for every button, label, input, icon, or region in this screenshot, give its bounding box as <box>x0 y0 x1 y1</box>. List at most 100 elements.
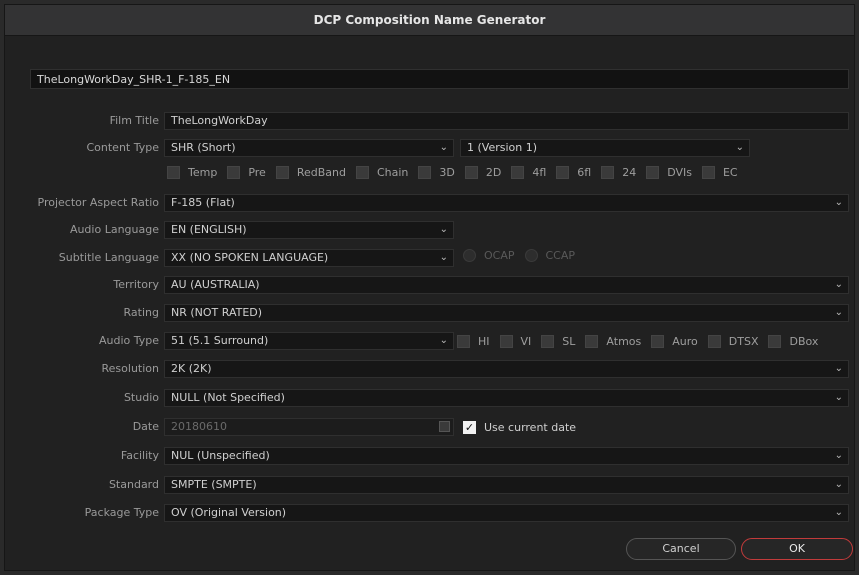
flag-redband[interactable]: RedBand <box>275 163 356 181</box>
audio-flag-dbox[interactable]: DBox <box>768 332 828 350</box>
flag-ec[interactable]: EC <box>701 163 748 181</box>
checkbox[interactable] <box>556 165 570 179</box>
aspect-ratio-label: Projector Aspect Ratio <box>37 196 160 209</box>
facility-row: Facility NUL (Unspecified) ⌄ <box>5 446 856 466</box>
checkbox[interactable] <box>707 334 721 348</box>
composition-name-field[interactable]: TheLongWorkDay_SHR-1_F-185_EN <box>30 69 849 89</box>
audio-type-label: Audio Type <box>98 334 159 347</box>
checkbox[interactable] <box>418 165 432 179</box>
radio-circle[interactable] <box>463 249 476 262</box>
audio-flag-vi[interactable]: VI <box>499 332 542 350</box>
standard-select[interactable]: SMPTE (SMPTE) ⌄ <box>164 476 849 494</box>
audio-type-select[interactable]: 51 (5.1 Surround) ⌄ <box>164 332 454 350</box>
audio-language-select[interactable]: EN (ENGLISH) ⌄ <box>164 221 454 239</box>
chevron-down-icon: ⌄ <box>834 450 843 461</box>
package-type-value: OV (Original Version) <box>171 506 287 519</box>
rating-label: Rating <box>123 306 159 319</box>
facility-value: NUL (Unspecified) <box>171 449 270 462</box>
subtitle-language-label: Subtitle Language <box>58 251 159 264</box>
flag-pre[interactable]: Pre <box>227 163 276 181</box>
audio-flag-sl[interactable]: SL <box>541 332 585 350</box>
flag-4fl[interactable]: 4fl <box>511 163 556 181</box>
subtitle-language-select[interactable]: XX (NO SPOKEN LANGUAGE) ⌄ <box>164 249 454 267</box>
check-icon[interactable]: ✓ <box>463 420 476 434</box>
standard-label: Standard <box>108 478 159 491</box>
ccap-radio[interactable]: CCAP <box>524 249 575 262</box>
rating-select[interactable]: NR (NOT RATED) ⌄ <box>164 304 849 322</box>
checkbox[interactable] <box>275 165 289 179</box>
rating-row: Rating NR (NOT RATED) ⌄ <box>5 303 856 323</box>
content-version-select[interactable]: 1 (Version 1) ⌄ <box>460 139 750 157</box>
studio-row: Studio NULL (Not Specified) ⌄ <box>5 388 856 408</box>
resolution-select[interactable]: 2K (2K) ⌄ <box>164 360 849 378</box>
ok-button[interactable]: OK <box>741 538 853 560</box>
checkbox[interactable] <box>464 165 478 179</box>
studio-label: Studio <box>123 391 159 404</box>
resolution-row: Resolution 2K (2K) ⌄ <box>5 359 856 379</box>
use-current-date: ✓ Use current date <box>463 418 586 436</box>
checkbox[interactable] <box>585 334 599 348</box>
resolution-label: Resolution <box>101 362 159 375</box>
facility-select[interactable]: NUL (Unspecified) ⌄ <box>164 447 849 465</box>
chevron-down-icon: ⌄ <box>834 392 843 403</box>
checkbox[interactable] <box>701 165 715 179</box>
checkbox[interactable] <box>227 165 241 179</box>
checkbox[interactable] <box>167 165 180 179</box>
film-title-label: Film Title <box>109 114 159 127</box>
calendar-icon[interactable] <box>439 421 450 432</box>
cancel-button[interactable]: Cancel <box>626 538 736 560</box>
content-type-row: Content Type SHR (Short) ⌄ 1 (Version 1)… <box>5 138 856 158</box>
checkbox[interactable] <box>499 334 513 348</box>
chevron-down-icon: ⌄ <box>735 142 744 153</box>
caption-options: OCAP CCAP <box>463 249 585 262</box>
territory-label: Territory <box>113 278 159 291</box>
date-value: 20180610 <box>171 420 227 433</box>
chevron-down-icon: ⌄ <box>834 363 843 374</box>
content-type-select[interactable]: SHR (Short) ⌄ <box>164 139 454 157</box>
flag-3d[interactable]: 3D <box>418 163 464 181</box>
audio-flags: HI VI SL Atmos Auro DTSX DBox <box>457 332 828 350</box>
date-label: Date <box>132 420 159 433</box>
territory-value: AU (AUSTRALIA) <box>171 278 260 291</box>
audio-flag-auro[interactable]: Auro <box>651 332 708 350</box>
standard-row: Standard SMPTE (SMPTE) ⌄ <box>5 475 856 495</box>
package-type-select[interactable]: OV (Original Version) ⌄ <box>164 504 849 522</box>
film-title-input[interactable]: TheLongWorkDay <box>164 112 849 130</box>
checkbox[interactable] <box>457 334 470 348</box>
flag-2d[interactable]: 2D <box>464 163 511 181</box>
flag-dvis[interactable]: DVIs <box>646 163 702 181</box>
studio-select[interactable]: NULL (Not Specified) ⌄ <box>164 389 849 407</box>
flag-chain[interactable]: Chain <box>355 163 418 181</box>
audio-flag-atmos[interactable]: Atmos <box>585 332 651 350</box>
content-flags-row: Temp Pre RedBand Chain 3D 2D 4fl 6fl 24 … <box>5 162 856 182</box>
radio-circle[interactable] <box>524 249 538 262</box>
facility-label: Facility <box>120 449 159 462</box>
flag-temp[interactable]: Temp <box>167 163 227 181</box>
flag-6fl[interactable]: 6fl <box>556 163 601 181</box>
dcp-name-generator-dialog: DCP Composition Name Generator TheLongWo… <box>4 4 855 571</box>
checkbox[interactable] <box>511 165 525 179</box>
ocap-radio[interactable]: OCAP <box>463 249 515 262</box>
dialog-title: DCP Composition Name Generator <box>5 5 854 36</box>
checkbox[interactable] <box>768 334 782 348</box>
checkbox[interactable] <box>541 334 555 348</box>
date-input[interactable]: 20180610 <box>164 418 454 436</box>
checkbox[interactable] <box>646 165 660 179</box>
audio-flag-hi[interactable]: HI <box>457 332 500 350</box>
territory-row: Territory AU (AUSTRALIA) ⌄ <box>5 275 856 295</box>
audio-flag-dtsx[interactable]: DTSX <box>707 332 769 350</box>
checkbox[interactable] <box>601 165 615 179</box>
audio-language-label: Audio Language <box>69 223 159 236</box>
chevron-down-icon: ⌄ <box>834 507 843 518</box>
studio-value: NULL (Not Specified) <box>171 391 285 404</box>
chevron-down-icon: ⌄ <box>834 479 843 490</box>
territory-select[interactable]: AU (AUSTRALIA) ⌄ <box>164 276 849 294</box>
flag-24[interactable]: 24 <box>601 163 646 181</box>
chevron-down-icon: ⌄ <box>834 307 843 318</box>
use-current-date-checkbox[interactable]: ✓ Use current date <box>463 418 586 436</box>
aspect-ratio-select[interactable]: F-185 (Flat) ⌄ <box>164 194 849 212</box>
checkbox[interactable] <box>355 165 369 179</box>
checkbox[interactable] <box>651 334 665 348</box>
chevron-down-icon: ⌄ <box>834 197 843 208</box>
audio-language-row: Audio Language EN (ENGLISH) ⌄ <box>5 220 856 240</box>
